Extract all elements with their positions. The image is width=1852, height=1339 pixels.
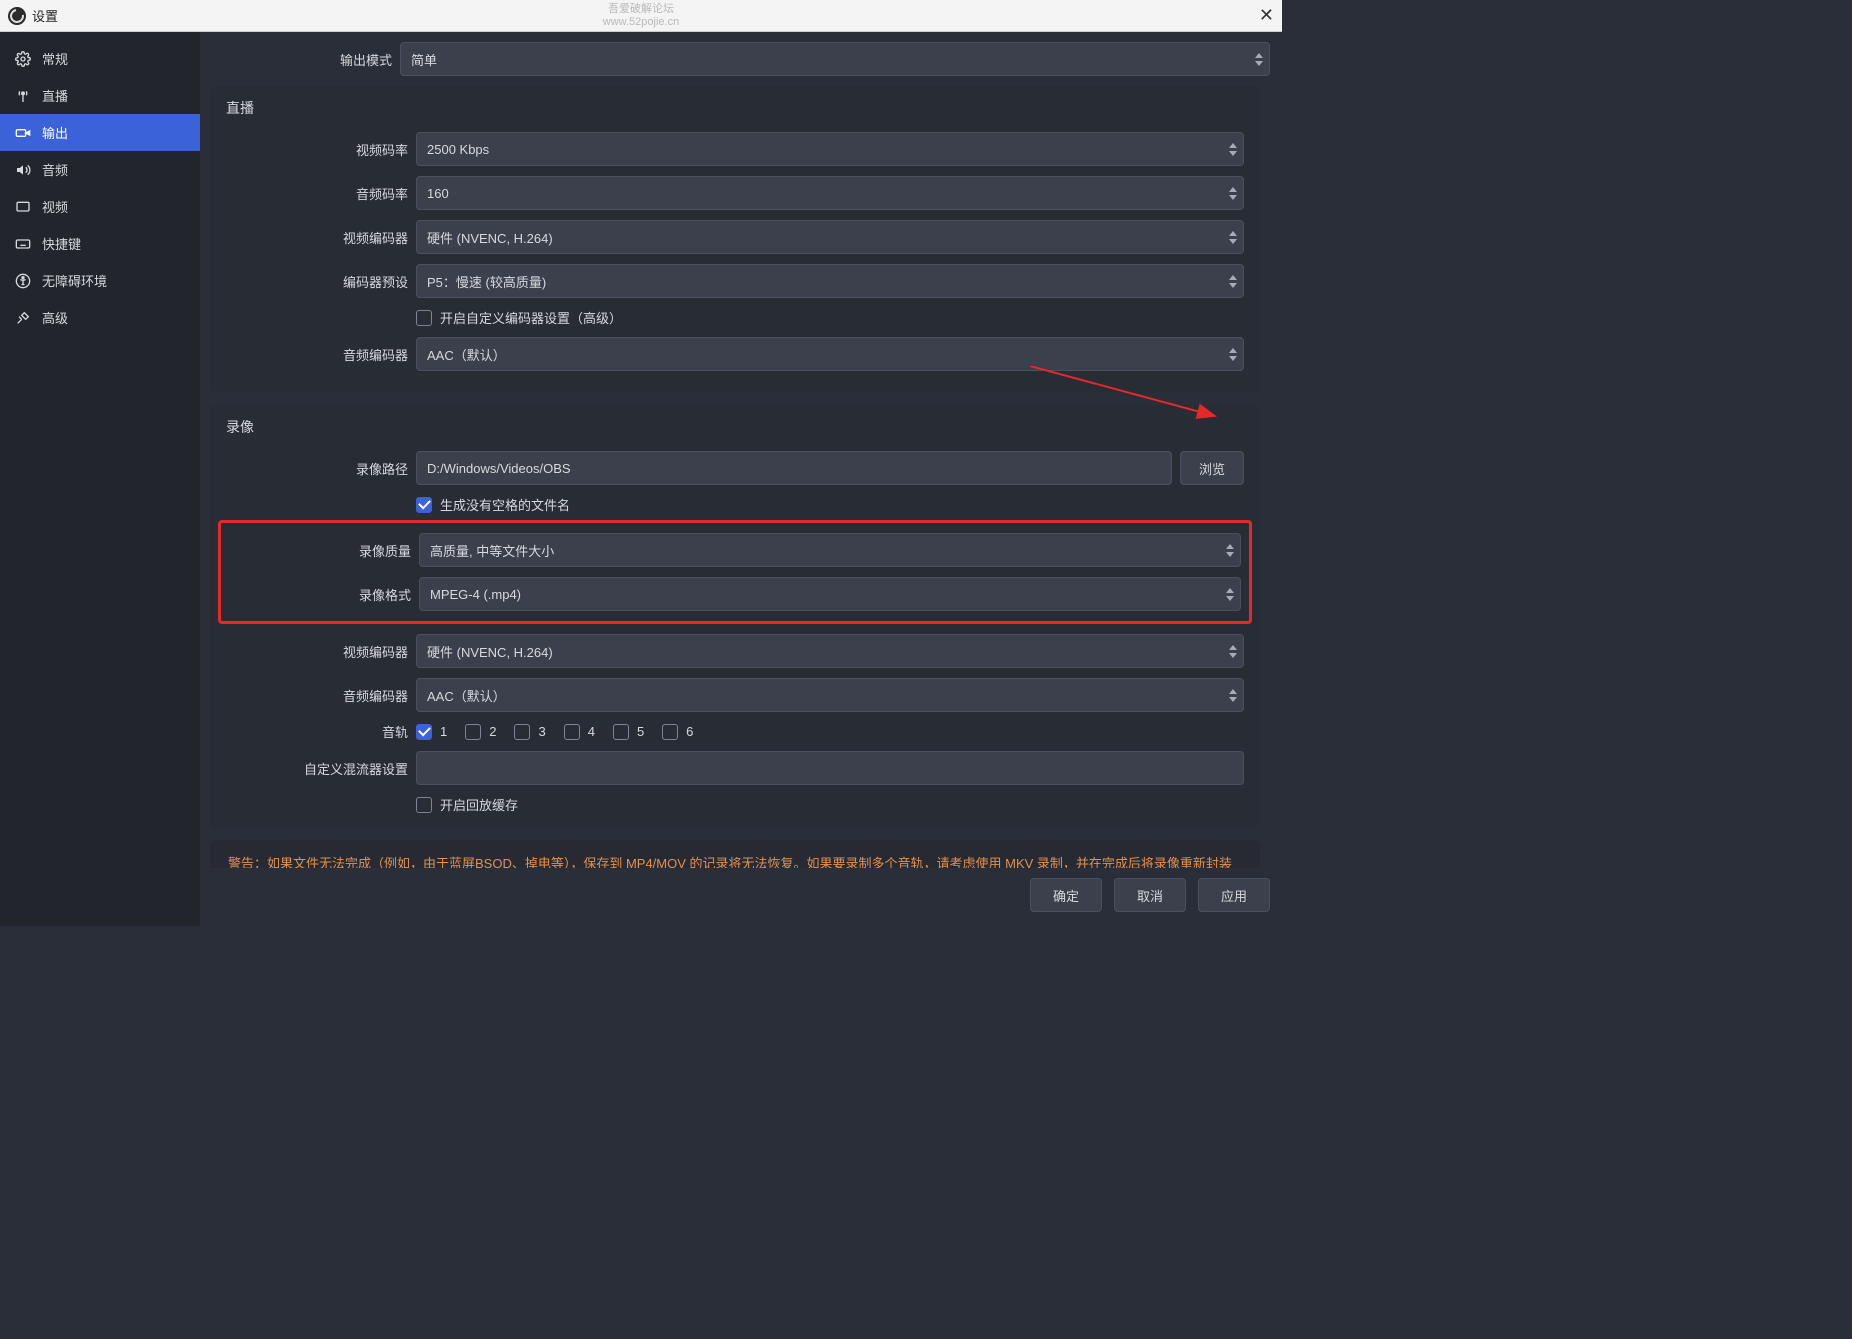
sidebar-item-advanced[interactable]: 高级 — [0, 299, 200, 336]
main-area: 输出模式 简单 直播 视频码率 2500 Kbps — [200, 32, 1282, 926]
checkbox-icon — [662, 724, 678, 740]
sidebar-item-stream[interactable]: 直播 — [0, 77, 200, 114]
stream-video-bitrate-input[interactable]: 2500 Kbps — [416, 132, 1244, 166]
ok-button[interactable]: 确定 — [1030, 878, 1102, 912]
tools-icon — [14, 309, 32, 327]
monitor-icon — [14, 198, 32, 216]
highlight-box: 录像质量 高质量, 中等文件大小 录像格式 MPEG-4 (.mp4) — [218, 520, 1252, 624]
footer: 确定 取消 应用 — [210, 868, 1270, 926]
warning-message: 警告：如果文件无法完成（例如，由于蓝屏BSOD、掉电等），保存到 MP4/MOV… — [210, 840, 1260, 868]
output-mode-select[interactable]: 简单 — [400, 42, 1270, 76]
stream-encoder-preset-select[interactable]: P5：慢速 (较高质量) — [416, 264, 1244, 298]
sidebar-item-label: 输出 — [42, 123, 68, 142]
accessibility-icon — [14, 272, 32, 290]
cancel-button[interactable]: 取消 — [1114, 878, 1186, 912]
stream-panel: 直播 视频码率 2500 Kbps 音频码率 160 视 — [210, 86, 1260, 393]
sidebar-item-label: 快捷键 — [42, 234, 81, 253]
checkbox-icon — [465, 724, 481, 740]
custom-muxer-input[interactable] — [416, 751, 1244, 785]
output-mode-row: 输出模式 简单 — [210, 42, 1270, 76]
recording-quality-select[interactable]: 高质量, 中等文件大小 — [419, 533, 1241, 567]
checkbox-icon — [416, 797, 432, 813]
chevron-updown-icon — [1224, 586, 1236, 602]
window-title: 设置 — [32, 6, 58, 25]
browse-button[interactable]: 浏览 — [1180, 451, 1244, 485]
chevron-updown-icon — [1227, 643, 1239, 659]
recording-video-encoder-select[interactable]: 硬件 (NVENC, H.264) — [416, 634, 1244, 668]
gear-icon — [14, 50, 32, 68]
camera-icon — [14, 124, 32, 142]
sidebar-item-label: 无障碍环境 — [42, 271, 107, 290]
sidebar-item-label: 视频 — [42, 197, 68, 216]
chevron-updown-icon — [1227, 185, 1239, 201]
chevron-updown-icon — [1253, 51, 1265, 67]
sidebar-item-output[interactable]: 输出 — [0, 114, 200, 151]
recording-audio-encoder-select[interactable]: AAC（默认） — [416, 678, 1244, 712]
sidebar-item-video[interactable]: 视频 — [0, 188, 200, 225]
sidebar-item-audio[interactable]: 音频 — [0, 151, 200, 188]
recording-format-select[interactable]: MPEG-4 (.mp4) — [419, 577, 1241, 611]
checkbox-icon — [416, 497, 432, 513]
sidebar-item-hotkeys[interactable]: 快捷键 — [0, 225, 200, 262]
settings-scroll[interactable]: 直播 视频码率 2500 Kbps 音频码率 160 视 — [210, 86, 1270, 868]
stream-panel-title: 直播 — [226, 98, 1244, 118]
app-icon — [8, 7, 26, 25]
stream-audio-encoder-select[interactable]: AAC（默认） — [416, 337, 1244, 371]
sidebar: 常规 直播 输出 音频 视频 — [0, 32, 200, 926]
track-5-checkbox[interactable]: 5 — [613, 724, 644, 740]
checkbox-icon — [416, 724, 432, 740]
titlebar: 设置 吾爱破解论坛 www.52pojie.cn ✕ — [0, 0, 1282, 32]
sidebar-item-label: 常规 — [42, 49, 68, 68]
output-mode-label: 输出模式 — [210, 50, 400, 69]
nospace-filename-checkbox[interactable]: 生成没有空格的文件名 — [416, 495, 570, 514]
chevron-updown-icon — [1224, 542, 1236, 558]
recording-panel: 录像 录像路径 D:/Windows/Videos/OBS 浏览 生成没有空格的… — [210, 405, 1260, 828]
checkbox-icon — [416, 310, 432, 326]
track-2-checkbox[interactable]: 2 — [465, 724, 496, 740]
sidebar-item-accessibility[interactable]: 无障碍环境 — [0, 262, 200, 299]
checkbox-icon — [613, 724, 629, 740]
recording-panel-title: 录像 — [226, 417, 1244, 437]
spinner-icon — [1227, 141, 1239, 157]
sidebar-item-general[interactable]: 常规 — [0, 40, 200, 77]
recording-path-input[interactable]: D:/Windows/Videos/OBS — [416, 451, 1172, 485]
stream-audio-bitrate-select[interactable]: 160 — [416, 176, 1244, 210]
chevron-updown-icon — [1227, 687, 1239, 703]
stream-custom-encoder-checkbox[interactable]: 开启自定义编码器设置（高级） — [416, 308, 622, 327]
track-6-checkbox[interactable]: 6 — [662, 724, 693, 740]
watermark: 吾爱破解论坛 www.52pojie.cn — [603, 3, 679, 27]
track-1-checkbox[interactable]: 1 — [416, 724, 447, 740]
antenna-icon — [14, 87, 32, 105]
keyboard-icon — [14, 235, 32, 253]
speaker-icon — [14, 161, 32, 179]
audio-tracks: 1 2 3 4 5 6 — [416, 724, 693, 740]
sidebar-item-label: 直播 — [42, 86, 68, 105]
stream-video-encoder-select[interactable]: 硬件 (NVENC, H.264) — [416, 220, 1244, 254]
sidebar-item-label: 音频 — [42, 160, 68, 179]
apply-button[interactable]: 应用 — [1198, 878, 1270, 912]
replay-buffer-checkbox[interactable]: 开启回放缓存 — [416, 795, 518, 814]
track-4-checkbox[interactable]: 4 — [564, 724, 595, 740]
checkbox-icon — [564, 724, 580, 740]
chevron-updown-icon — [1227, 346, 1239, 362]
sidebar-item-label: 高级 — [42, 308, 68, 327]
chevron-updown-icon — [1227, 273, 1239, 289]
track-3-checkbox[interactable]: 3 — [514, 724, 545, 740]
close-icon[interactable]: ✕ — [1259, 5, 1274, 26]
chevron-updown-icon — [1227, 229, 1239, 245]
checkbox-icon — [514, 724, 530, 740]
